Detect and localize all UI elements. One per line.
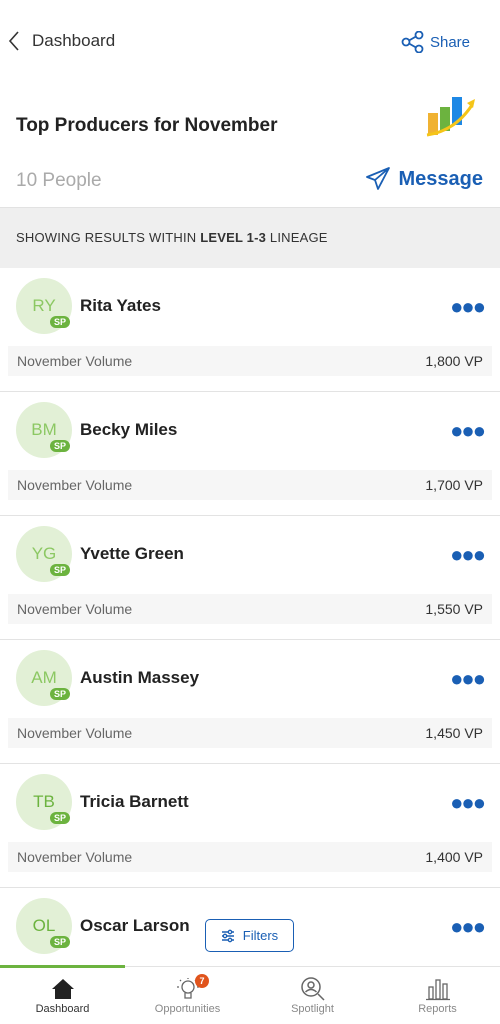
avatar: RY SP [16, 278, 72, 334]
share-button[interactable]: Share [401, 31, 470, 53]
message-label: Message [398, 167, 484, 190]
more-options-icon[interactable]: ●●● [450, 418, 486, 444]
paper-plane-icon [365, 167, 390, 190]
more-options-icon[interactable]: ●●● [450, 914, 486, 940]
avatar-initials: AM [31, 668, 57, 687]
bar-chart-icon [425, 979, 450, 1001]
filters-button[interactable]: Filters [205, 919, 294, 952]
person-name: Rita Yates [80, 296, 161, 315]
share-label: Share [429, 33, 470, 51]
people-count: 10 People [16, 170, 102, 191]
avatar: YG SP [16, 526, 72, 582]
volume-row: November Volume 1,400 VP [8, 842, 492, 872]
list-item[interactable]: YG SP Yvette Green ●●● November Volume 1,550 … [0, 516, 500, 640]
person-name: Austin Massey [80, 668, 200, 687]
avatar: AM SP [16, 650, 72, 706]
more-options-icon[interactable]: ●●● [450, 666, 486, 692]
more-options-icon[interactable]: ●●● [450, 542, 486, 568]
avatar-initials: YG [31, 544, 57, 563]
person-name: Tricia Barnett [80, 792, 189, 811]
person-name: Becky Miles [80, 420, 178, 439]
producer-list: RY SP Rita Yates ●●● November Volume 1,800 VP… [0, 268, 500, 1012]
home-icon [51, 979, 74, 999]
volume-value: 1,400 VP [425, 849, 483, 865]
bottom-tab-bar: Dashboard 7 Opportunities Spotlight Repor… [0, 965, 500, 1024]
volume-row: November Volume 1,550 VP [8, 594, 492, 624]
growth-chart-logo [426, 97, 475, 137]
page-title: Top Producers for November [16, 115, 278, 136]
banner-suffix: LINEAGE [266, 230, 328, 245]
tab-opportunities[interactable]: 7 Opportunities [125, 974, 250, 1015]
list-item[interactable]: RY SP Rita Yates ●●● November Volume 1,800 VP [0, 268, 500, 392]
banner-level: LEVEL 1-3 [200, 230, 267, 245]
avatar-initials: RY [32, 296, 56, 315]
message-button[interactable]: Message [365, 167, 484, 191]
tab-dashboard[interactable]: Dashboard [0, 975, 125, 1015]
nav-bar: Dashboard Share [0, 0, 500, 90]
tab-label: Dashboard [35, 1003, 90, 1015]
more-options-icon[interactable]: ●●● [450, 790, 486, 816]
volume-label: November Volume [17, 601, 133, 617]
volume-label: November Volume [17, 353, 133, 369]
spotlight-icon [300, 977, 325, 1001]
back-button[interactable]: Dashboard [8, 30, 115, 52]
back-label: Dashboard [32, 31, 116, 50]
volume-row: November Volume 1,450 VP [8, 718, 492, 748]
avatar: TB SP [16, 774, 72, 830]
volume-value: 1,550 VP [425, 601, 483, 617]
lineage-banner: SHOWING RESULTS WITHIN LEVEL 1-3 LINEAGE [0, 207, 500, 268]
tab-label: Opportunities [154, 1003, 221, 1015]
volume-value: 1,450 VP [425, 725, 483, 741]
chevron-left-icon [8, 31, 19, 51]
person-name: Oscar Larson [80, 916, 190, 935]
more-options-icon[interactable]: ●●● [450, 294, 486, 320]
volume-label: November Volume [17, 477, 133, 493]
volume-row: November Volume 1,800 VP [8, 346, 492, 376]
avatar-initials: TB [33, 792, 55, 811]
volume-label: November Volume [17, 725, 133, 741]
avatar: OL SP [16, 898, 72, 954]
volume-value: 1,800 VP [425, 353, 483, 369]
filters-label: Filters [242, 928, 279, 943]
volume-label: November Volume [17, 849, 133, 865]
rank-badge: SP [50, 812, 71, 824]
avatar: BM SP [16, 402, 72, 458]
tab-reports[interactable]: Reports [375, 975, 500, 1015]
sliders-icon [221, 929, 234, 942]
avatar-initials: BM [31, 420, 57, 439]
rank-badge: SP [50, 688, 71, 700]
rank-badge: SP [50, 316, 71, 328]
banner-prefix: SHOWING RESULTS WITHIN [16, 230, 201, 245]
rank-badge: SP [50, 936, 71, 948]
avatar-initials: OL [32, 916, 56, 935]
share-icon [401, 31, 424, 53]
list-item[interactable]: TB SP Tricia Barnett ●●● November Volume 1,40… [0, 764, 500, 888]
notification-badge: 7 [195, 974, 209, 988]
list-item[interactable]: AM SP Austin Massey ●●● November Volume 1,450… [0, 640, 500, 764]
volume-row: November Volume 1,700 VP [8, 470, 492, 500]
tab-spotlight[interactable]: Spotlight [250, 975, 375, 1015]
rank-badge: SP [50, 440, 71, 452]
rank-badge: SP [50, 564, 71, 576]
list-item[interactable]: BM SP Becky Miles ●●● November Volume 1,700 V… [0, 392, 500, 516]
active-tab-indicator [0, 965, 125, 968]
tab-label: Reports [418, 1003, 457, 1015]
tab-label: Spotlight [291, 1003, 334, 1015]
volume-value: 1,700 VP [425, 477, 483, 493]
person-name: Yvette Green [80, 544, 184, 563]
